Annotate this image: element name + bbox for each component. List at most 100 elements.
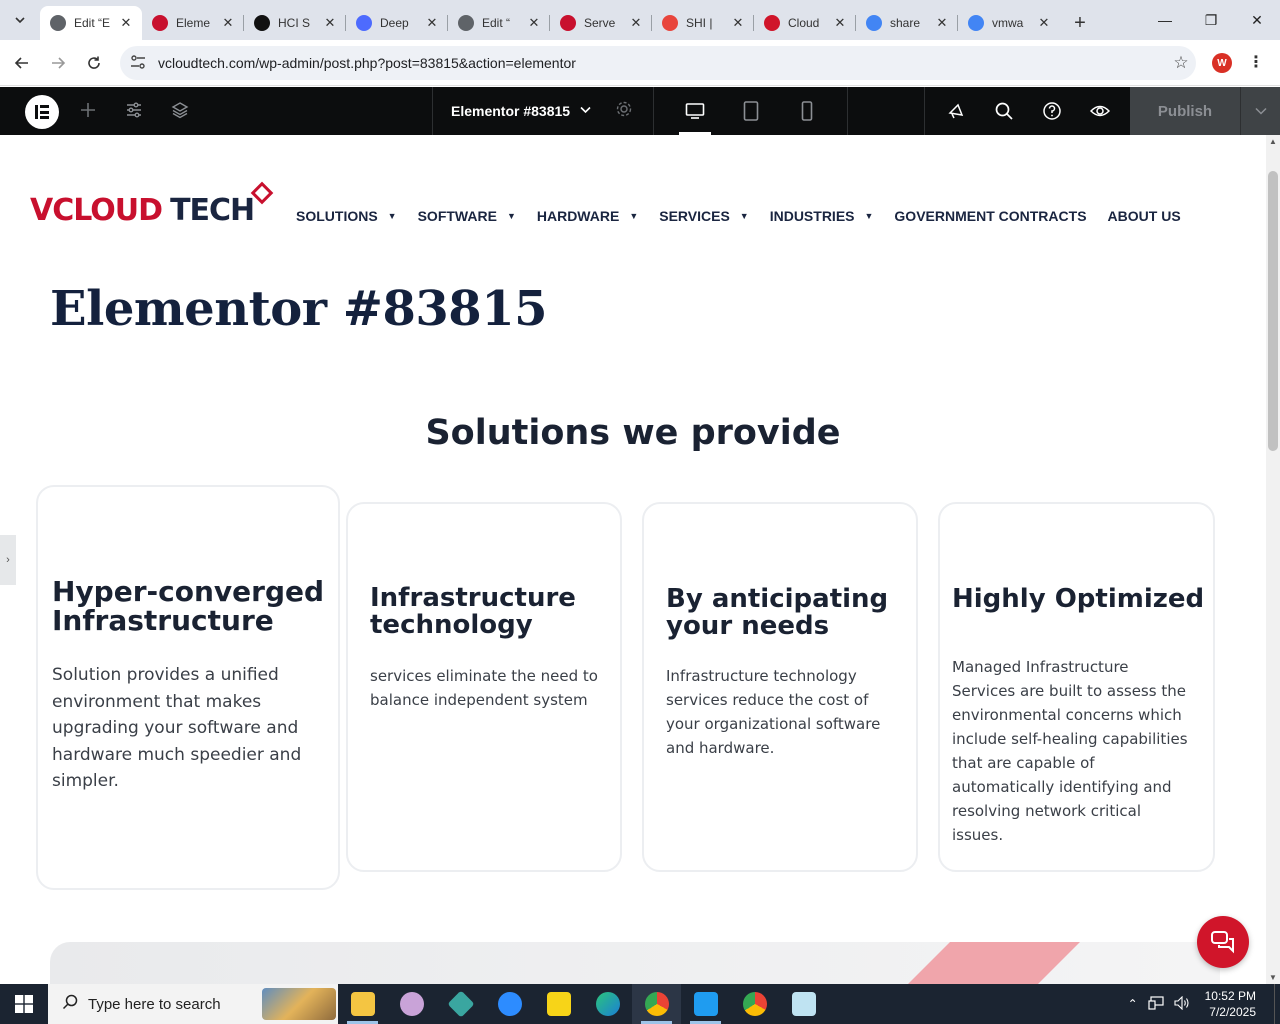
browser-tab[interactable]: share ✕ xyxy=(856,6,958,40)
tab-close-icon[interactable]: ✕ xyxy=(934,15,950,31)
panel-expand-toggle[interactable]: › xyxy=(0,535,16,585)
scroll-up-arrow-icon[interactable]: ▲ xyxy=(1269,137,1277,146)
desktop-icon xyxy=(685,103,705,119)
page-settings-gear-icon[interactable] xyxy=(615,100,633,123)
taskbar-zoom[interactable] xyxy=(485,984,534,1024)
editor-canvas[interactable]: V CLOUD TECH SOLUTIONS ▼ SOFTWARE ▼ HARDWARE ▼ S… xyxy=(0,135,1266,984)
publish-button[interactable]: Publish xyxy=(1130,87,1240,135)
site-logo[interactable]: V CLOUD TECH xyxy=(30,181,274,228)
scrollbar-thumb[interactable] xyxy=(1268,171,1278,451)
solution-card[interactable]: Hyper-converged Infrastructure Solution … xyxy=(36,485,340,890)
tab-close-icon[interactable]: ✕ xyxy=(322,15,338,31)
search-icon[interactable] xyxy=(994,101,1014,121)
hexagon-app-icon xyxy=(446,990,475,1018)
document-title-menu[interactable]: Elementor #83815 xyxy=(432,87,654,135)
browser-tab[interactable]: Serve ✕ xyxy=(550,6,652,40)
browser-tab[interactable]: HCI S ✕ xyxy=(244,6,346,40)
nav-item[interactable]: ABOUT US xyxy=(1108,208,1181,224)
browser-tab[interactable]: SHI | ✕ xyxy=(652,6,754,40)
tab-close-icon[interactable]: ✕ xyxy=(832,15,848,31)
tab-close-icon[interactable]: ✕ xyxy=(526,15,542,31)
caret-down-icon: ▼ xyxy=(629,211,639,221)
structure-layers-icon[interactable] xyxy=(170,101,190,121)
tablet-view-button[interactable] xyxy=(723,87,779,135)
scroll-down-arrow-icon[interactable]: ▼ xyxy=(1269,973,1277,982)
preview-eye-icon[interactable] xyxy=(1089,101,1111,121)
solution-card[interactable]: Highly Optimized Managed Infrastructure … xyxy=(938,502,1215,872)
browser-tab[interactable]: Eleme ✕ xyxy=(142,6,244,40)
tab-search-button[interactable] xyxy=(0,0,40,40)
start-button[interactable] xyxy=(0,984,48,1024)
nav-item-label: HARDWARE xyxy=(536,208,620,224)
taskbar-file-explorer[interactable] xyxy=(338,984,387,1024)
folder-icon xyxy=(350,992,375,1016)
tab-close-icon[interactable]: ✕ xyxy=(730,15,746,31)
show-desktop-button[interactable] xyxy=(1274,984,1280,1024)
caret-down-icon: ▼ xyxy=(864,211,874,221)
browser-tab[interactable]: vmwa ✕ xyxy=(958,6,1060,40)
add-element-icon[interactable] xyxy=(78,101,98,121)
taskbar-app-hex[interactable] xyxy=(436,984,485,1024)
taskbar-chrome[interactable] xyxy=(632,984,681,1024)
notepad-icon xyxy=(791,992,816,1016)
chevron-down-icon xyxy=(15,17,25,24)
elementor-logo-button[interactable] xyxy=(25,95,59,129)
taskbar-chrome-profile[interactable] xyxy=(730,984,779,1024)
nav-item[interactable]: SOLUTIONS ▼ xyxy=(296,208,397,224)
canvas-scrollbar[interactable]: ▲ ▼ xyxy=(1266,135,1280,984)
taskbar-edge[interactable] xyxy=(583,984,632,1024)
browser-menu-icon[interactable]: ⋮ xyxy=(1248,52,1264,72)
taskbar-sticky-notes[interactable] xyxy=(534,984,583,1024)
help-icon[interactable] xyxy=(1042,101,1062,121)
new-tab-button[interactable]: + xyxy=(1064,6,1096,40)
nav-item[interactable]: SOFTWARE ▼ xyxy=(418,208,516,224)
speaker-icon[interactable] xyxy=(1174,995,1190,1013)
bookmark-star-icon[interactable]: ☆ xyxy=(1166,53,1196,73)
tab-close-icon[interactable]: ✕ xyxy=(628,15,644,31)
restore-button[interactable]: ❐ xyxy=(1188,0,1234,40)
next-section-banner xyxy=(50,942,1220,984)
whats-new-megaphone-icon[interactable] xyxy=(946,101,966,121)
minimize-button[interactable]: — xyxy=(1142,0,1188,40)
solution-card[interactable]: By anticipating your needs Infrastructur… xyxy=(642,502,918,872)
network-icon[interactable] xyxy=(1148,995,1164,1013)
taskbar-clock[interactable]: 10:52 PM 7/2/2025 xyxy=(1205,988,1256,1020)
reload-button[interactable] xyxy=(76,45,112,81)
address-bar[interactable]: vcloudtech.com/wp-admin/post.php?post=83… xyxy=(120,46,1196,80)
desktop-view-button[interactable] xyxy=(667,87,723,135)
chevron-up-icon[interactable]: ⌃ xyxy=(1128,997,1138,1011)
nav-item[interactable]: SERVICES ▼ xyxy=(659,208,748,224)
tab-label: Eleme xyxy=(176,16,211,30)
browser-tab[interactable]: Cloud ✕ xyxy=(754,6,856,40)
browser-tab[interactable]: Edit “E ✕ xyxy=(40,6,142,40)
tab-close-icon[interactable]: ✕ xyxy=(220,15,236,31)
tab-close-icon[interactable]: ✕ xyxy=(118,15,134,31)
chat-button[interactable] xyxy=(1197,916,1249,968)
search-highlight-image xyxy=(262,988,336,1020)
solution-card[interactable]: Infrastructure technology services elimi… xyxy=(346,502,622,872)
profile-avatar[interactable]: W xyxy=(1212,53,1232,73)
back-button[interactable] xyxy=(4,45,40,81)
publish-options-button[interactable] xyxy=(1240,87,1280,135)
url-text[interactable]: vcloudtech.com/wp-admin/post.php?post=83… xyxy=(158,55,1166,71)
nav-item[interactable]: INDUSTRIES ▼ xyxy=(770,208,874,224)
card-body: services eliminate the need to balance i… xyxy=(370,667,598,709)
card-title: Highly Optimized xyxy=(952,584,1205,614)
taskbar-paint-app[interactable] xyxy=(387,984,436,1024)
close-window-button[interactable]: ✕ xyxy=(1234,0,1280,40)
tab-label: Edit “ xyxy=(482,16,511,30)
mobile-view-button[interactable] xyxy=(779,87,835,135)
nav-item[interactable]: HARDWARE ▼ xyxy=(537,208,638,224)
browser-tab[interactable]: Deep ✕ xyxy=(346,6,448,40)
taskbar-notepad[interactable] xyxy=(779,984,828,1024)
taskbar-vscode[interactable] xyxy=(681,984,730,1024)
tab-close-icon[interactable]: ✕ xyxy=(424,15,440,31)
site-settings-icon[interactable] xyxy=(124,101,144,121)
site-info-icon[interactable] xyxy=(130,54,148,72)
forward-button[interactable] xyxy=(40,45,76,81)
browser-tab[interactable]: Edit “ ✕ xyxy=(448,6,550,40)
tab-favicon-icon xyxy=(662,15,678,31)
taskbar-search-box[interactable]: Type here to search xyxy=(48,984,338,1024)
tab-close-icon[interactable]: ✕ xyxy=(1036,15,1052,31)
nav-item[interactable]: GOVERNMENT CONTRACTS xyxy=(894,208,1086,224)
